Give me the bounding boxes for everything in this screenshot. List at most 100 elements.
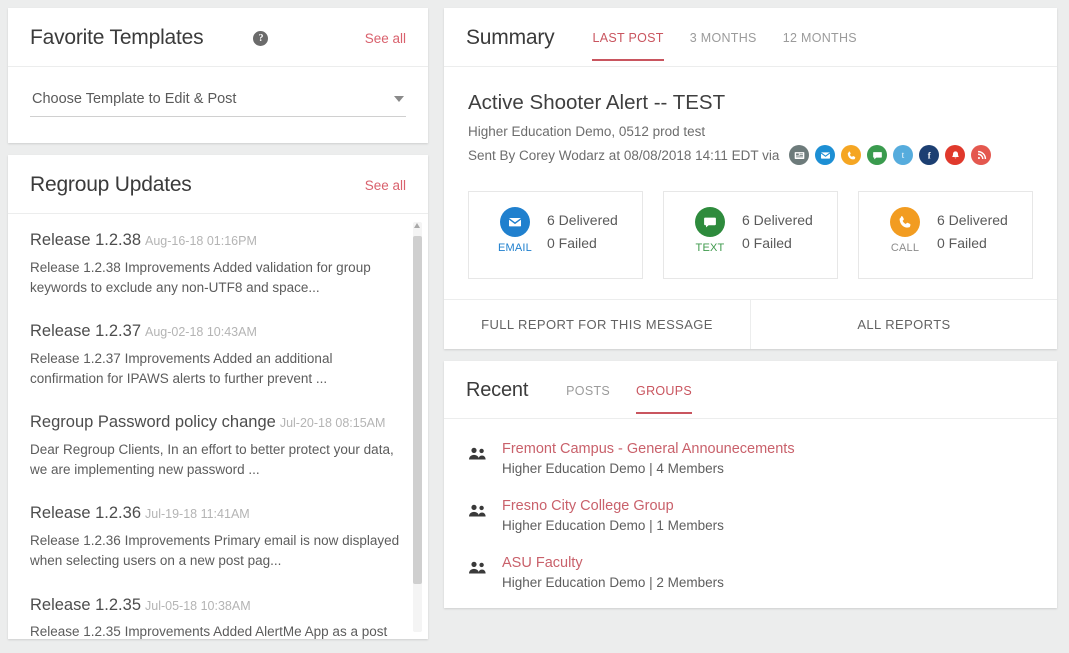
desktop-alert-icon[interactable] bbox=[789, 145, 809, 165]
stat-values-text: 6 Delivered 0 Failed bbox=[742, 207, 813, 255]
group-info: Fresno City College Group Higher Educati… bbox=[502, 498, 724, 535]
post-subtitle: Higher Education Demo, 0512 prod test bbox=[468, 124, 1033, 139]
group-meta: Higher Education Demo | 4 Members bbox=[502, 461, 724, 476]
scrollbar-thumb[interactable] bbox=[413, 236, 422, 584]
favorite-templates-header: Favorite Templates ? See all bbox=[8, 8, 428, 67]
list-item[interactable]: Regroup Password policy change Jul-20-18 … bbox=[30, 412, 402, 480]
stat-delivered: 6 Delivered bbox=[937, 209, 1008, 232]
tab-last-post[interactable]: LAST POST bbox=[592, 31, 663, 61]
update-body: Release 1.2.37 Improvements Added an add… bbox=[30, 349, 402, 390]
phone-call-icon bbox=[890, 207, 920, 237]
update-heading: Release 1.2.37 Aug-02-18 10:43AM bbox=[30, 321, 402, 342]
list-item[interactable]: Fremont Campus - General Announecements … bbox=[444, 431, 1057, 488]
recent-card: Recent POSTS GROUPS Fremont Campus - Gen… bbox=[444, 361, 1057, 608]
tab-groups[interactable]: GROUPS bbox=[636, 384, 692, 414]
update-body: Release 1.2.35 Improvements Added AlertM… bbox=[30, 622, 402, 639]
left-column: Favorite Templates ? See all Choose Temp… bbox=[8, 0, 428, 653]
list-item[interactable]: Release 1.2.38Aug-16-18 01:16PM Release … bbox=[30, 230, 402, 298]
phone-call-icon[interactable] bbox=[841, 145, 861, 165]
summary-card: Summary LAST POST 3 MONTHS 12 MONTHS Act… bbox=[444, 8, 1057, 349]
report-actions: FULL REPORT FOR THIS MESSAGE ALL REPORTS bbox=[444, 299, 1057, 349]
regroup-updates-see-all-link[interactable]: See all bbox=[365, 178, 406, 193]
sent-by-text: Sent By Corey Wodarz at 08/08/2018 14:11… bbox=[468, 148, 779, 163]
email-icon bbox=[500, 207, 530, 237]
stat-delivered: 6 Delivered bbox=[547, 209, 618, 232]
update-date: Aug-02-18 10:43AM bbox=[145, 325, 257, 339]
stat-icon-text: TEXT bbox=[684, 207, 736, 254]
summary-header: Summary LAST POST 3 MONTHS 12 MONTHS bbox=[444, 8, 1057, 67]
tab-posts[interactable]: POSTS bbox=[566, 384, 610, 414]
update-heading: Release 1.2.38Aug-16-18 01:16PM bbox=[30, 230, 402, 251]
update-title: Regroup Password policy change bbox=[30, 413, 276, 431]
group-meta: Higher Education Demo | 2 Members bbox=[502, 575, 724, 590]
summary-title: Summary bbox=[466, 26, 554, 50]
all-reports-button[interactable]: ALL REPORTS bbox=[750, 300, 1057, 349]
stat-icon-call: CALL bbox=[879, 207, 931, 254]
recent-groups-list: Fremont Campus - General Announecements … bbox=[444, 419, 1057, 608]
group-meta: Higher Education Demo | 1 Members bbox=[502, 518, 724, 533]
channel-icon-list: t f bbox=[789, 145, 991, 165]
update-title: Release 1.2.35 bbox=[30, 596, 141, 614]
scroll-up-arrow-icon[interactable] bbox=[414, 223, 420, 228]
favorite-templates-card: Favorite Templates ? See all Choose Temp… bbox=[8, 8, 428, 143]
update-heading: Regroup Password policy change Jul-20-18 … bbox=[30, 412, 402, 433]
list-item[interactable]: ASU Faculty Higher Education Demo | 2 Me… bbox=[444, 545, 1057, 602]
facebook-icon[interactable]: f bbox=[919, 145, 939, 165]
stat-delivered: 6 Delivered bbox=[742, 209, 813, 232]
right-column: Summary LAST POST 3 MONTHS 12 MONTHS Act… bbox=[444, 0, 1057, 653]
full-report-button[interactable]: FULL REPORT FOR THIS MESSAGE bbox=[444, 300, 750, 349]
question-mark-circle-icon[interactable]: ? bbox=[253, 31, 268, 46]
list-item[interactable]: Release 1.2.37 Aug-02-18 10:43AM Release … bbox=[30, 321, 402, 389]
stat-card-text: TEXT 6 Delivered 0 Failed bbox=[663, 191, 838, 279]
list-item[interactable]: Release 1.2.35Jul-05-18 10:38AM Release … bbox=[30, 595, 402, 640]
twitter-icon[interactable]: t bbox=[893, 145, 913, 165]
stat-values-call: 6 Delivered 0 Failed bbox=[937, 207, 1008, 255]
stat-failed: 0 Failed bbox=[547, 232, 618, 255]
template-select-value: Choose Template to Edit & Post bbox=[32, 91, 236, 107]
rss-icon[interactable] bbox=[971, 145, 991, 165]
post-sent-line: Sent By Corey Wodarz at 08/08/2018 14:11… bbox=[468, 145, 1033, 165]
update-date: Jul-20-18 08:15AM bbox=[280, 416, 386, 430]
stat-values-email: 6 Delivered 0 Failed bbox=[547, 207, 618, 255]
group-name-link[interactable]: ASU Faculty bbox=[502, 555, 724, 571]
regroup-updates-header: Regroup Updates See all bbox=[8, 155, 428, 214]
alert-bell-icon[interactable] bbox=[945, 145, 965, 165]
recent-title: Recent bbox=[466, 379, 528, 402]
regroup-updates-card: Regroup Updates See all Release 1.2.38Au… bbox=[8, 155, 428, 639]
stat-icon-email: EMAIL bbox=[489, 207, 541, 254]
recent-header: Recent POSTS GROUPS bbox=[444, 361, 1057, 419]
recent-tabs: POSTS GROUPS bbox=[566, 384, 692, 398]
users-icon bbox=[468, 555, 494, 580]
summary-tabs: LAST POST 3 MONTHS 12 MONTHS bbox=[592, 31, 857, 45]
updates-scrollbar[interactable] bbox=[413, 222, 422, 632]
text-message-icon bbox=[695, 207, 725, 237]
svg-text:f: f bbox=[928, 150, 932, 160]
regroup-updates-list: Release 1.2.38Aug-16-18 01:16PM Release … bbox=[8, 214, 428, 639]
tab-12-months[interactable]: 12 MONTHS bbox=[783, 31, 857, 61]
tab-3-months[interactable]: 3 MONTHS bbox=[690, 31, 757, 61]
update-date: Jul-19-18 11:41AM bbox=[145, 507, 250, 521]
update-body: Dear Regroup Clients, In an effort to be… bbox=[30, 440, 402, 481]
chevron-down-icon[interactable] bbox=[394, 96, 404, 102]
text-message-icon[interactable] bbox=[867, 145, 887, 165]
update-body: Release 1.2.36 Improvements Primary emai… bbox=[30, 531, 402, 572]
update-title: Release 1.2.37 bbox=[30, 322, 141, 340]
group-name-link[interactable]: Fremont Campus - General Announecements bbox=[502, 441, 795, 457]
stat-failed: 0 Failed bbox=[742, 232, 813, 255]
stat-card-email: EMAIL 6 Delivered 0 Failed bbox=[468, 191, 643, 279]
stat-failed: 0 Failed bbox=[937, 232, 1008, 255]
list-item[interactable]: Release 1.2.36Jul-19-18 11:41AM Release … bbox=[30, 503, 402, 571]
stat-channel-label: CALL bbox=[891, 242, 919, 254]
group-name-link[interactable]: Fresno City College Group bbox=[502, 498, 724, 514]
update-title: Release 1.2.38 bbox=[30, 231, 141, 249]
update-heading: Release 1.2.35Jul-05-18 10:38AM bbox=[30, 595, 402, 616]
page-title: Active Shooter Alert -- TEST bbox=[468, 91, 1033, 115]
favorite-templates-see-all-link[interactable]: See all bbox=[365, 31, 406, 46]
stat-card-call: CALL 6 Delivered 0 Failed bbox=[858, 191, 1033, 279]
regroup-updates-title: Regroup Updates bbox=[30, 173, 192, 197]
email-icon[interactable] bbox=[815, 145, 835, 165]
list-item[interactable]: Fresno City College Group Higher Educati… bbox=[444, 488, 1057, 545]
summary-body: Active Shooter Alert -- TEST Higher Educ… bbox=[444, 67, 1057, 299]
update-heading: Release 1.2.36Jul-19-18 11:41AM bbox=[30, 503, 402, 524]
template-select[interactable]: Choose Template to Edit & Post bbox=[30, 89, 406, 117]
